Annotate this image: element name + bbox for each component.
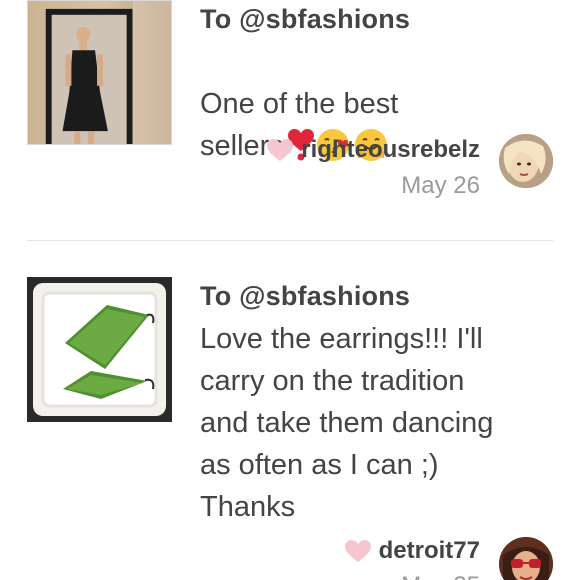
- review-recipient: To @sbfashions: [200, 4, 411, 34]
- reviews-feed: To @sbfashions One of the best sellers r…: [0, 0, 580, 580]
- like-heart-icon[interactable]: [267, 139, 294, 161]
- earrings-photo-image: [29, 279, 170, 420]
- review-divider: [27, 240, 553, 241]
- review-thumbnail-earrings[interactable]: [27, 277, 172, 422]
- review-date: May 25: [401, 572, 480, 580]
- avatar-image: [499, 134, 553, 188]
- reviewer-avatar[interactable]: [499, 134, 553, 188]
- review-recipient: To @sbfashions: [200, 281, 411, 311]
- review-username[interactable]: detroit77: [379, 537, 480, 565]
- like-heart-icon[interactable]: [344, 540, 371, 562]
- avatar-image: [499, 537, 553, 580]
- review-message: Love the earrings!!! I'll carry on the t…: [200, 323, 494, 523]
- review-thumbnail-dress[interactable]: [27, 0, 172, 145]
- review-date: May 26: [401, 172, 480, 199]
- review-author-row: detroit77: [344, 537, 480, 565]
- review-author-row: righteousrebelz: [267, 136, 480, 164]
- review-username[interactable]: righteousrebelz: [301, 136, 480, 164]
- dress-photo-image: [28, 1, 171, 144]
- reviewer-avatar[interactable]: [499, 537, 553, 580]
